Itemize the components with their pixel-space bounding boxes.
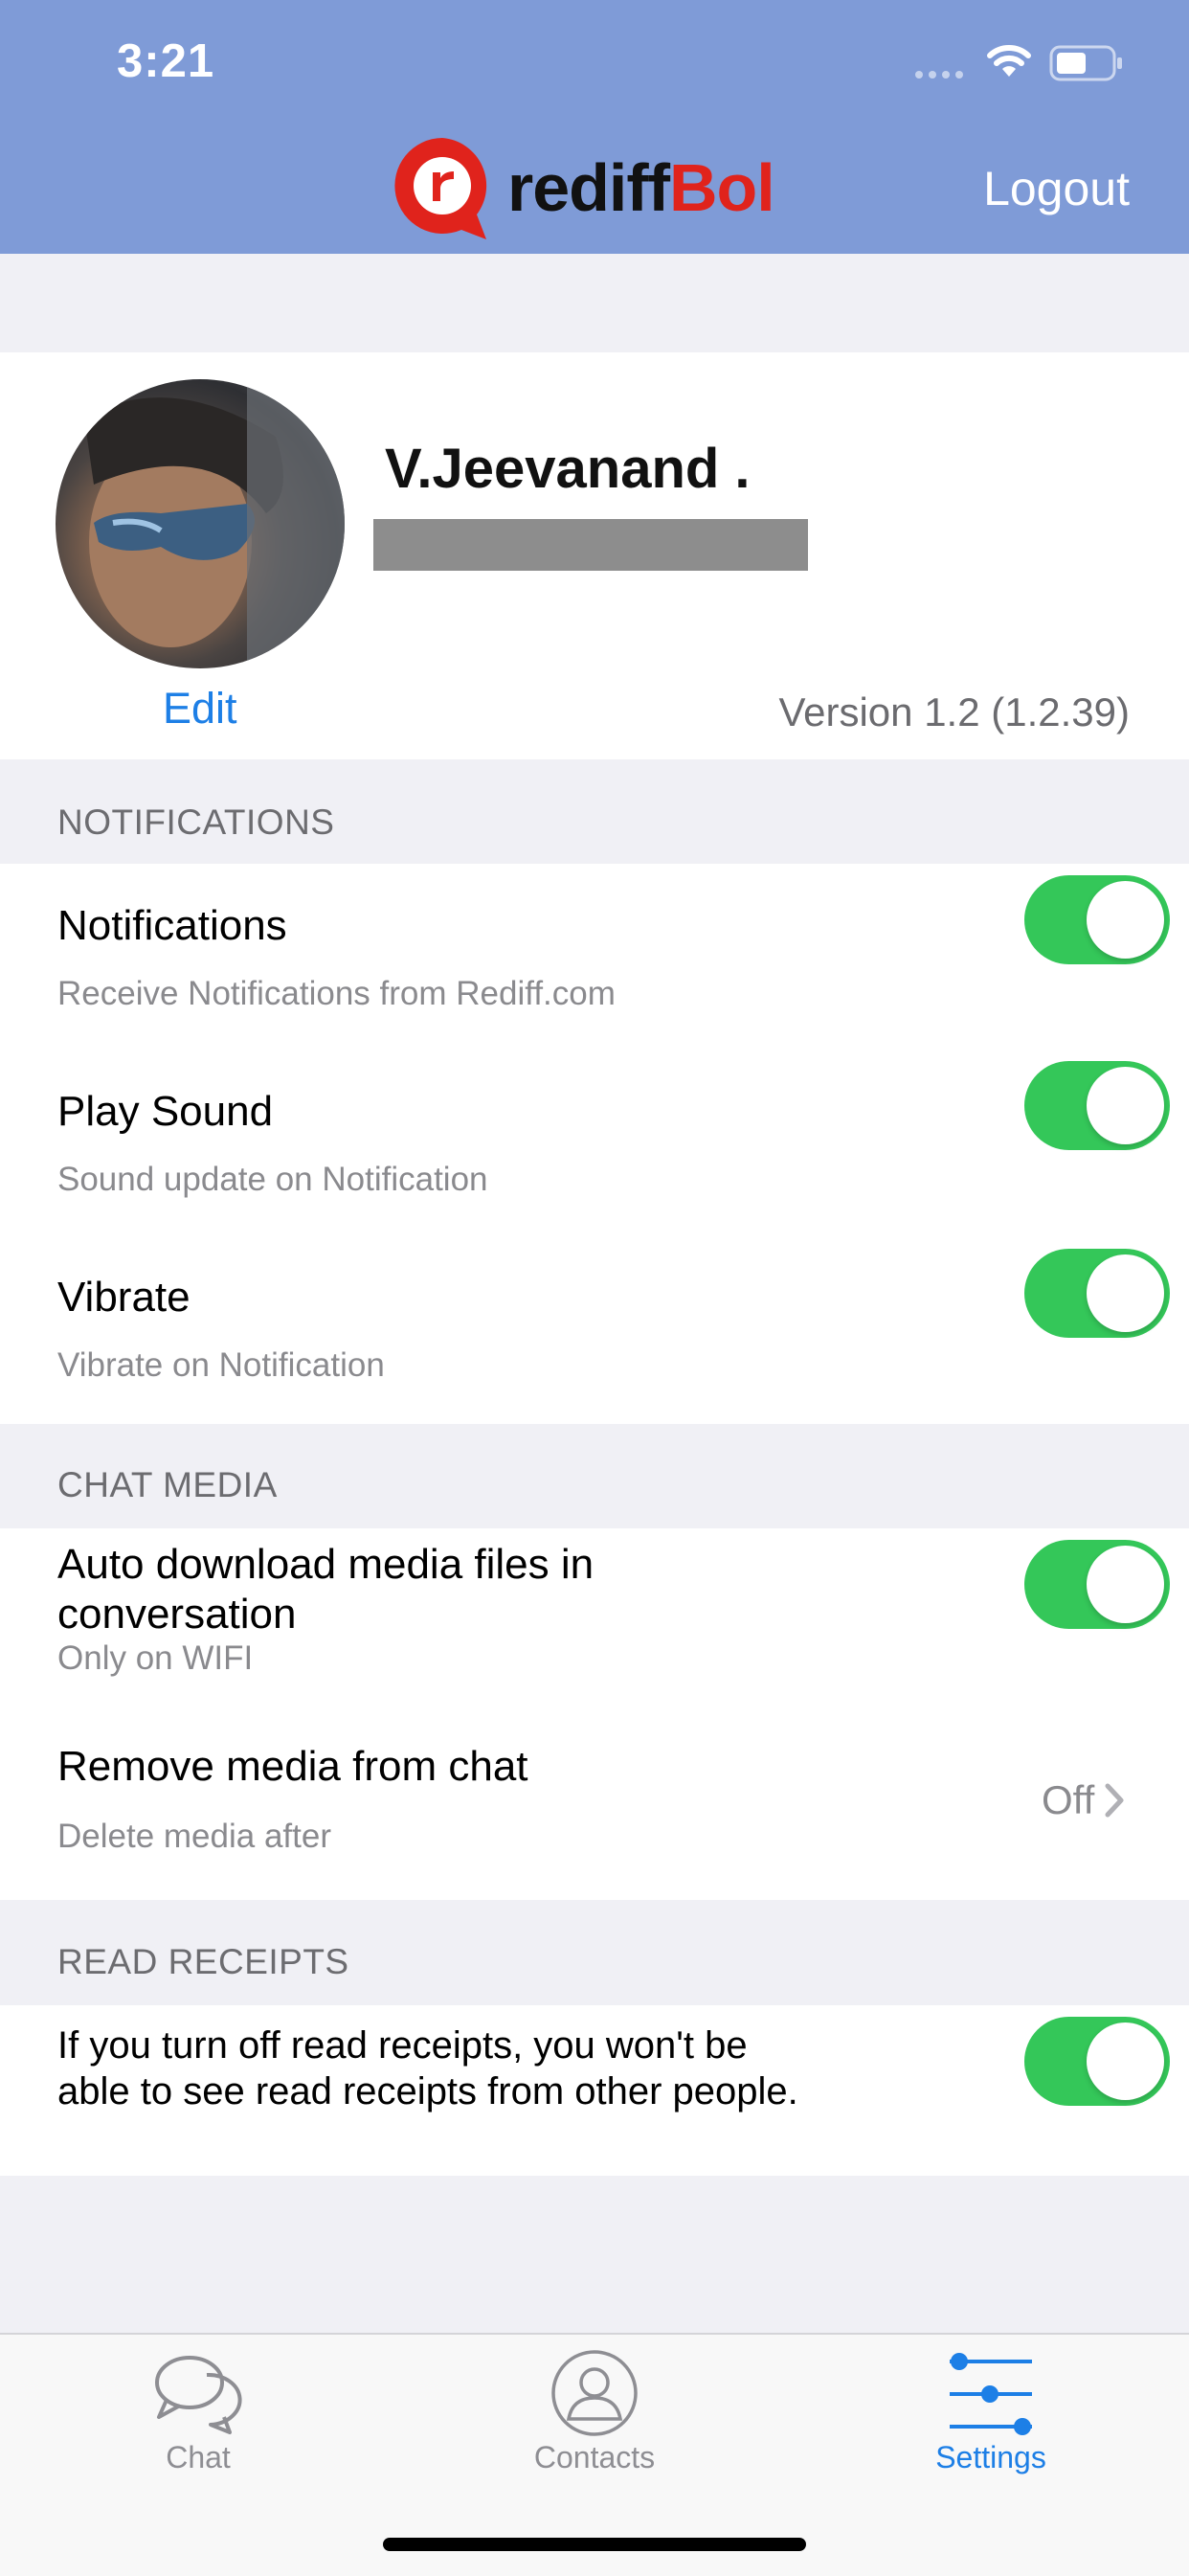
rediff-r-logo-icon bbox=[394, 138, 487, 239]
remove-media-value: Off bbox=[1042, 1777, 1095, 1822]
sliders-icon bbox=[950, 2353, 1032, 2435]
avatar[interactable] bbox=[56, 379, 345, 668]
read-receipts-toggle[interactable] bbox=[1024, 2017, 1170, 2106]
logo-text: rediffBol bbox=[507, 150, 775, 225]
edit-profile-button[interactable]: Edit bbox=[163, 684, 237, 734]
tab-contacts[interactable]: Contacts bbox=[396, 2335, 793, 2507]
cellular-signal-icon bbox=[915, 71, 963, 79]
contact-person-icon bbox=[551, 2350, 638, 2436]
vibrate-toggle[interactable] bbox=[1024, 1249, 1170, 1338]
tab-contacts-label: Contacts bbox=[533, 2440, 656, 2474]
tab-settings[interactable]: Settings bbox=[793, 2335, 1189, 2507]
remove-media-row[interactable]: Remove media from chat Delete media afte… bbox=[0, 1710, 1189, 1900]
tab-chat-label: Chat bbox=[166, 2440, 231, 2474]
section-header-chat-media: CHAT MEDIA bbox=[57, 1465, 278, 1504]
chat-bubbles-icon bbox=[155, 2356, 242, 2434]
play-sound-title: Play Sound bbox=[57, 1088, 274, 1135]
remove-media-title: Remove media from chat bbox=[57, 1743, 528, 1790]
auto-download-toggle[interactable] bbox=[1024, 1540, 1170, 1629]
read-receipts-group: If you turn off read receipts, you won't… bbox=[0, 2005, 1189, 2176]
tab-settings-label: Settings bbox=[935, 2440, 1046, 2474]
notifications-subtitle: Receive Notifications from Rediff.com bbox=[57, 975, 616, 1012]
vibrate-title: Vibrate bbox=[57, 1274, 191, 1321]
vibrate-subtitle: Vibrate on Notification bbox=[57, 1346, 385, 1384]
tab-chat[interactable]: Chat bbox=[0, 2335, 396, 2507]
notifications-group: Notifications Receive Notifications from… bbox=[0, 864, 1189, 1424]
auto-download-subtitle: Only on WIFI bbox=[57, 1639, 254, 1677]
home-indicator bbox=[383, 2538, 806, 2551]
app-header: 3:21 rediffBol Logout bbox=[0, 0, 1189, 254]
status-time: 3:21 bbox=[117, 35, 215, 87]
app-version: Version 1.2 (1.2.39) bbox=[778, 689, 1130, 734]
rediffbol-logo: rediffBol bbox=[391, 134, 775, 241]
battery-icon bbox=[1049, 45, 1122, 81]
notifications-title: Notifications bbox=[57, 902, 287, 949]
wifi-icon bbox=[987, 45, 1031, 77]
chevron-right-icon bbox=[1105, 1783, 1124, 1818]
read-receipts-text: If you turn off read receipts, you won't… bbox=[57, 2024, 798, 2113]
play-sound-subtitle: Sound update on Notification bbox=[57, 1161, 488, 1198]
remove-media-subtitle: Delete media after bbox=[57, 1818, 331, 1855]
profile-card: V.Jeevanand . Edit Version 1.2 (1.2.39) bbox=[0, 352, 1189, 759]
play-sound-toggle[interactable] bbox=[1024, 1061, 1170, 1150]
section-header-notifications: NOTIFICATIONS bbox=[57, 802, 335, 842]
redacted-phone-number bbox=[373, 519, 808, 571]
chat-media-group: Auto download media files in conversatio… bbox=[0, 1528, 1189, 1900]
auto-download-title: Auto download media files in conversatio… bbox=[57, 1541, 594, 1638]
profile-name: V.Jeevanand . bbox=[385, 438, 751, 500]
notifications-toggle[interactable] bbox=[1024, 875, 1170, 964]
section-header-read-receipts: READ RECEIPTS bbox=[57, 1942, 349, 1981]
logout-button[interactable]: Logout bbox=[983, 161, 1130, 216]
